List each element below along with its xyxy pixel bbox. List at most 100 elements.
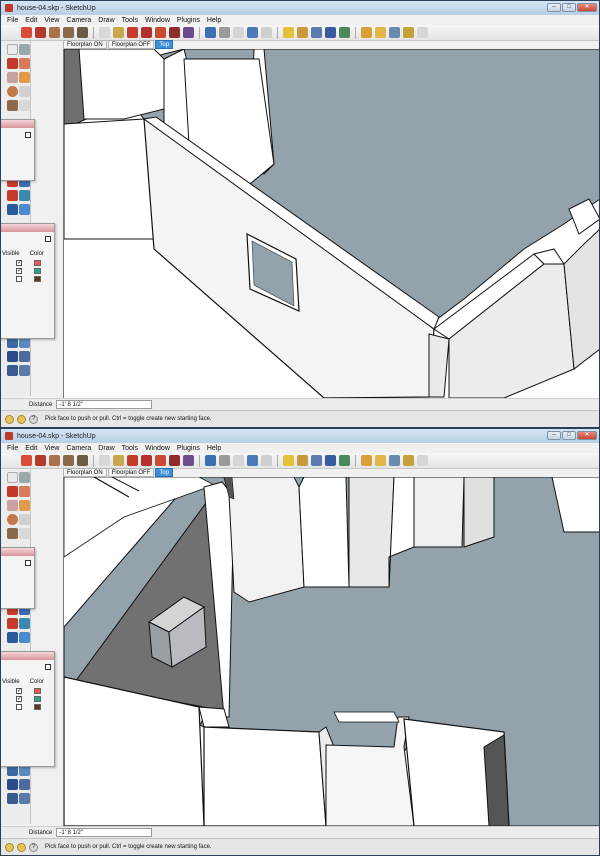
circle-icon[interactable] — [63, 27, 74, 38]
menu-help[interactable]: Help — [207, 17, 221, 24]
title-bar[interactable]: house-04.skp - SketchUp – □ ✕ — [1, 1, 599, 15]
pencil-tool-icon[interactable] — [7, 58, 18, 69]
pencil-tool-icon[interactable] — [7, 486, 18, 497]
offset-icon[interactable] — [169, 27, 180, 38]
eraser-icon[interactable] — [99, 27, 110, 38]
orbit-icon[interactable] — [297, 27, 308, 38]
add-layer-icon[interactable] — [45, 664, 51, 670]
freehand-tool-icon[interactable] — [19, 528, 30, 539]
panel-titlebar[interactable] — [1, 120, 34, 128]
components-panel[interactable] — [1, 119, 35, 181]
rectangle-tool-icon[interactable] — [7, 72, 18, 83]
layer-row[interactable]: ✓ — [16, 259, 42, 267]
eraser-tool-icon[interactable] — [19, 486, 30, 497]
circle-tool-icon[interactable] — [7, 86, 18, 97]
layers-panel[interactable]: Visible Color ✓ ✓ — [1, 651, 55, 767]
select-tool-icon[interactable] — [7, 44, 18, 55]
pan-icon[interactable] — [311, 455, 322, 466]
orbit-icon[interactable] — [297, 455, 308, 466]
axes-icon[interactable] — [261, 455, 272, 466]
panel-lock-icon[interactable] — [25, 560, 31, 566]
measurements-input[interactable]: -1' 8 1/2" — [56, 400, 153, 409]
pencil-icon[interactable] — [35, 27, 46, 38]
eraser-icon[interactable] — [99, 455, 110, 466]
push-pull-icon[interactable] — [127, 27, 138, 38]
scale-tool-icon[interactable] — [7, 618, 18, 629]
axes-tool-icon[interactable] — [19, 204, 30, 215]
shadow-icon[interactable] — [417, 27, 428, 38]
tab-top[interactable]: Top — [155, 40, 174, 49]
menu-edit[interactable]: Edit — [25, 17, 37, 24]
look-tool-icon[interactable] — [19, 793, 30, 804]
layer-color-swatch[interactable] — [34, 268, 41, 274]
credits-icon[interactable] — [17, 842, 26, 852]
layer-row[interactable] — [16, 275, 42, 283]
menu-draw[interactable]: Draw — [98, 17, 114, 24]
3d-viewport[interactable] — [63, 477, 599, 826]
walk-icon[interactable] — [361, 455, 372, 466]
polygon-tool-icon[interactable] — [7, 528, 18, 539]
minimize-button[interactable]: – — [547, 431, 561, 440]
text-icon[interactable] — [247, 455, 258, 466]
minimize-button[interactable]: – — [547, 3, 561, 12]
offset-icon[interactable] — [169, 455, 180, 466]
layer-visible-checkbox[interactable]: ✓ — [16, 696, 22, 702]
layer-row[interactable]: ✓ — [16, 687, 42, 695]
select-arrow-icon[interactable] — [21, 455, 32, 466]
menu-tools[interactable]: Tools — [122, 445, 138, 452]
layer-row[interactable]: ✓ — [16, 695, 42, 703]
walk-tool-icon[interactable] — [7, 793, 18, 804]
menu-tools[interactable]: Tools — [122, 17, 138, 24]
close-button[interactable]: ✕ — [577, 431, 597, 440]
arc-icon[interactable] — [77, 455, 88, 466]
tab-floorplan-on[interactable]: Floorplan ON — [63, 40, 107, 49]
section-plane-icon[interactable] — [403, 27, 414, 38]
components-panel[interactable] — [1, 547, 35, 609]
look-around-icon[interactable] — [389, 455, 400, 466]
protractor-icon[interactable] — [233, 27, 244, 38]
close-button[interactable]: ✕ — [577, 3, 597, 12]
section-plane-icon[interactable] — [403, 455, 414, 466]
menu-edit[interactable]: Edit — [25, 445, 37, 452]
rectangle-icon[interactable] — [49, 27, 60, 38]
help-icon[interactable]: ? — [29, 414, 38, 424]
panel-titlebar[interactable] — [1, 224, 54, 232]
polygon-tool-icon[interactable] — [7, 100, 18, 111]
panel-lock-icon[interactable] — [25, 132, 31, 138]
layer-color-swatch[interactable] — [34, 696, 41, 702]
position-camera-icon[interactable] — [375, 27, 386, 38]
layer-color-swatch[interactable] — [34, 688, 41, 694]
menu-help[interactable]: Help — [207, 445, 221, 452]
rectangle-icon[interactable] — [49, 455, 60, 466]
layer-visible-checkbox[interactable]: ✓ — [16, 688, 22, 694]
follow-me-icon[interactable] — [183, 455, 194, 466]
help-icon[interactable]: ? — [29, 842, 38, 852]
tab-floorplan-off[interactable]: Floorplan OFF — [107, 40, 155, 49]
menu-view[interactable]: View — [44, 445, 59, 452]
layer-visible-checkbox[interactable]: ✓ — [16, 268, 22, 274]
3d-text-icon[interactable] — [283, 27, 294, 38]
maximize-button[interactable]: □ — [562, 431, 576, 440]
zoom-tool-icon[interactable] — [7, 779, 18, 790]
layer-color-swatch[interactable] — [34, 704, 41, 710]
tape-measure-icon[interactable] — [205, 455, 216, 466]
circle-tool-icon[interactable] — [7, 514, 18, 525]
layer-visible-checkbox[interactable] — [16, 704, 22, 710]
menu-file[interactable]: File — [7, 17, 18, 24]
circle-icon[interactable] — [63, 455, 74, 466]
tape-tool-icon[interactable] — [7, 632, 18, 643]
menu-camera[interactable]: Camera — [66, 445, 91, 452]
menu-view[interactable]: View — [44, 17, 59, 24]
menu-plugins[interactable]: Plugins — [177, 17, 200, 24]
paint-bucket-icon[interactable] — [113, 27, 124, 38]
paint-bucket-icon[interactable] — [113, 455, 124, 466]
text-icon[interactable] — [247, 27, 258, 38]
follow-me-icon[interactable] — [183, 27, 194, 38]
arc-tool-icon[interactable] — [19, 514, 30, 525]
axes-tool-icon[interactable] — [19, 632, 30, 643]
component-tool-icon[interactable] — [19, 44, 30, 55]
paint-tool-icon[interactable] — [19, 72, 30, 83]
dimension-icon[interactable] — [219, 455, 230, 466]
arc-icon[interactable] — [77, 27, 88, 38]
geolocation-icon[interactable] — [5, 414, 14, 424]
